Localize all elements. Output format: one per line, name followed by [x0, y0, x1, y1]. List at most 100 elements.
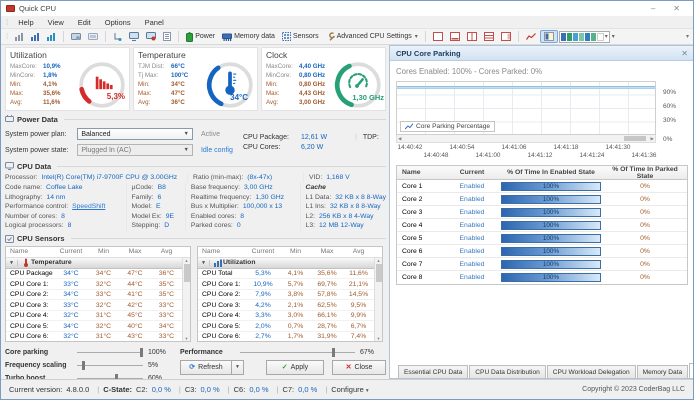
- minimize-button[interactable]: –: [651, 4, 655, 14]
- screen-capture-icon[interactable]: [68, 31, 84, 42]
- close-button[interactable]: ✕ Close: [332, 359, 386, 375]
- line-chart-icon[interactable]: [523, 31, 539, 42]
- layout-window-icon[interactable]: [430, 31, 446, 42]
- parking-table-row[interactable]: Core 1 Enabled 100% 0%: [397, 180, 687, 193]
- slider-track[interactable]: [77, 347, 144, 357]
- refresh-dropdown-button[interactable]: ▼: [232, 359, 244, 375]
- table-row[interactable]: CPU Core 1: 10,9% 5,7% 69,7% 21,1%: [198, 279, 382, 290]
- vertical-scrollbar[interactable]: ▲ ▼: [182, 257, 190, 341]
- scroll-up-arrow[interactable]: ▲: [377, 258, 381, 263]
- table-row[interactable]: CPU Total 5,3% 4,1% 35,6% 11,6%: [198, 269, 382, 280]
- power-state-select[interactable]: Plugged In (AC) ▼: [77, 144, 193, 156]
- sensor-group-utilization[interactable]: ▾ Utilization: [198, 257, 382, 269]
- parking-table-row[interactable]: Core 3 Enabled 100% 0%: [397, 206, 687, 219]
- table-row[interactable]: CPU Core 5: 2,0% 0,7% 28,7% 6,7%: [198, 321, 382, 332]
- logging-icon[interactable]: [110, 31, 125, 42]
- table-row[interactable]: CPU Core 4: 3,3% 3,0% 66,1% 9,9%: [198, 311, 382, 322]
- scroll-thumb[interactable]: [375, 263, 382, 282]
- chart-horizontal-scrollbar[interactable]: ◀ ▶: [396, 135, 656, 143]
- slider-track[interactable]: [240, 347, 355, 357]
- slider-track[interactable]: [77, 360, 143, 370]
- chevron-down-icon[interactable]: ▾: [6, 259, 18, 266]
- layout-rows-icon[interactable]: [481, 31, 497, 42]
- parking-table-row[interactable]: Core 2 Enabled 100% 0%: [397, 193, 687, 206]
- column-header[interactable]: % Of Time In Parked State: [603, 166, 687, 180]
- parking-table-row[interactable]: Core 5 Enabled 100% 0%: [397, 232, 687, 245]
- core-history-chart-icon[interactable]: [28, 31, 43, 42]
- slider-thumb[interactable]: [332, 347, 335, 357]
- column-header-avg[interactable]: Avg: [151, 248, 182, 255]
- column-header-current[interactable]: Current: [54, 248, 88, 255]
- configure-menu[interactable]: Configure ▾: [331, 385, 368, 394]
- column-header-min[interactable]: Min: [88, 248, 119, 255]
- scroll-up-arrow[interactable]: ▲: [185, 258, 189, 263]
- table-row[interactable]: CPU Core 2: 34°C 33°C 41°C 35°C: [6, 290, 190, 301]
- menu-view[interactable]: View: [41, 18, 71, 27]
- column-header-current[interactable]: Current: [246, 248, 280, 255]
- layout-side-panel-icon[interactable]: [498, 31, 514, 42]
- scroll-down-arrow[interactable]: ▼: [185, 336, 189, 341]
- menu-help[interactable]: Help: [11, 18, 40, 27]
- idle-config-link[interactable]: Idle config: [193, 147, 243, 154]
- scroll-thumb[interactable]: [183, 263, 190, 282]
- table-row[interactable]: CPU Core 3: 4,2% 2,1% 62,5% 9,5%: [198, 300, 382, 311]
- core-parking-title-bar[interactable]: CPU Core Parking ✕: [390, 46, 693, 61]
- clock-history-chart-icon[interactable]: [44, 31, 59, 42]
- monitor-alert-icon[interactable]: [143, 31, 159, 42]
- scroll-thumb[interactable]: [624, 136, 646, 141]
- toolbar-dropdown[interactable]: ▾: [612, 33, 615, 40]
- column-header-max[interactable]: Max: [119, 248, 151, 255]
- chevron-down-icon[interactable]: ▾: [198, 259, 210, 266]
- tab-essential-cpu-data[interactable]: Essential CPU Data: [398, 365, 469, 378]
- slider-thumb[interactable]: [140, 347, 144, 357]
- vertical-scrollbar[interactable]: ▲ ▼: [374, 257, 382, 341]
- parking-table-row[interactable]: Core 4 Enabled 100% 0%: [397, 219, 687, 232]
- color-scheme-picker[interactable]: ▾: [558, 30, 610, 43]
- toolbar-overflow-icon[interactable]: ▾: [686, 33, 693, 40]
- table-row[interactable]: CPU Core 5: 34°C 32°C 40°C 34°C: [6, 321, 190, 332]
- layout-split-icon[interactable]: [464, 31, 480, 42]
- menu-panel[interactable]: Panel: [138, 18, 171, 27]
- column-header-avg[interactable]: Avg: [343, 248, 374, 255]
- table-row[interactable]: CPU Core 6: 2,7% 1,7% 31,9% 7,4%: [198, 332, 382, 341]
- column-header-min[interactable]: Min: [280, 248, 311, 255]
- table-row[interactable]: CPU Core 3: 33°C 32°C 42°C 33°C: [6, 300, 190, 311]
- refresh-button[interactable]: ⟳ Refresh: [180, 359, 232, 375]
- sensor-group-temperature[interactable]: ▾ Temperature: [6, 257, 190, 269]
- advanced-cpu-settings-button[interactable]: Advanced CPU Settings ▾: [323, 31, 421, 42]
- column-header[interactable]: Current: [445, 169, 499, 176]
- power-plan-select[interactable]: Balanced ▼: [77, 128, 193, 140]
- tab-cpu-core-parking[interactable]: CPU Core Parking: [689, 363, 693, 378]
- parking-table-row[interactable]: Core 8 Enabled 100% 0%: [397, 271, 687, 284]
- title-bar[interactable]: Quick CPU – ✕: [1, 1, 693, 16]
- table-row[interactable]: CPU Core 2: 7,9% 3,8% 57,8% 14,5%: [198, 290, 382, 301]
- power-button[interactable]: Power: [183, 31, 218, 43]
- parking-table-row[interactable]: Core 7 Enabled 100% 0%: [397, 258, 687, 271]
- tab-memory-data[interactable]: Memory Data: [636, 365, 689, 378]
- column-header-name[interactable]: Name: [6, 248, 54, 255]
- report-icon[interactable]: [160, 31, 174, 42]
- util-history-chart-icon[interactable]: [12, 31, 27, 42]
- column-header-name[interactable]: Name: [198, 248, 246, 255]
- slider-thumb[interactable]: [81, 360, 85, 370]
- sensors-button[interactable]: Sensors: [279, 31, 322, 42]
- speedshift-link[interactable]: SpeedShift: [72, 202, 105, 212]
- scroll-down-arrow[interactable]: ▼: [377, 336, 381, 341]
- column-header[interactable]: % Of Time In Enabled State: [499, 169, 603, 176]
- column-header-max[interactable]: Max: [311, 248, 343, 255]
- layout-bottom-bar-icon[interactable]: [447, 31, 463, 42]
- tab-cpu-workload-delegation[interactable]: CPU Workload Delegation: [546, 365, 636, 378]
- memory-data-button[interactable]: Memory data: [219, 32, 278, 42]
- table-row[interactable]: CPU Core 1: 33°C 32°C 44°C 35°C: [6, 279, 190, 290]
- core-parking-panel-icon[interactable]: [539, 30, 558, 43]
- scroll-left-arrow[interactable]: ◀: [398, 136, 401, 142]
- column-header[interactable]: Name: [397, 169, 445, 176]
- close-window-button[interactable]: ✕: [673, 4, 680, 14]
- parking-table-row[interactable]: Core 6 Enabled 100% 0%: [397, 245, 687, 258]
- table-row[interactable]: CPU Core 6: 32°C 31°C 43°C 33°C: [6, 332, 190, 341]
- panel-close-icon[interactable]: ✕: [681, 49, 688, 58]
- screenshot-icon[interactable]: [85, 31, 101, 42]
- apply-button[interactable]: ✓ Apply: [266, 359, 324, 375]
- table-row[interactable]: CPU Package 34°C 34°C 47°C 36°C: [6, 269, 190, 280]
- menu-options[interactable]: Options: [98, 18, 138, 27]
